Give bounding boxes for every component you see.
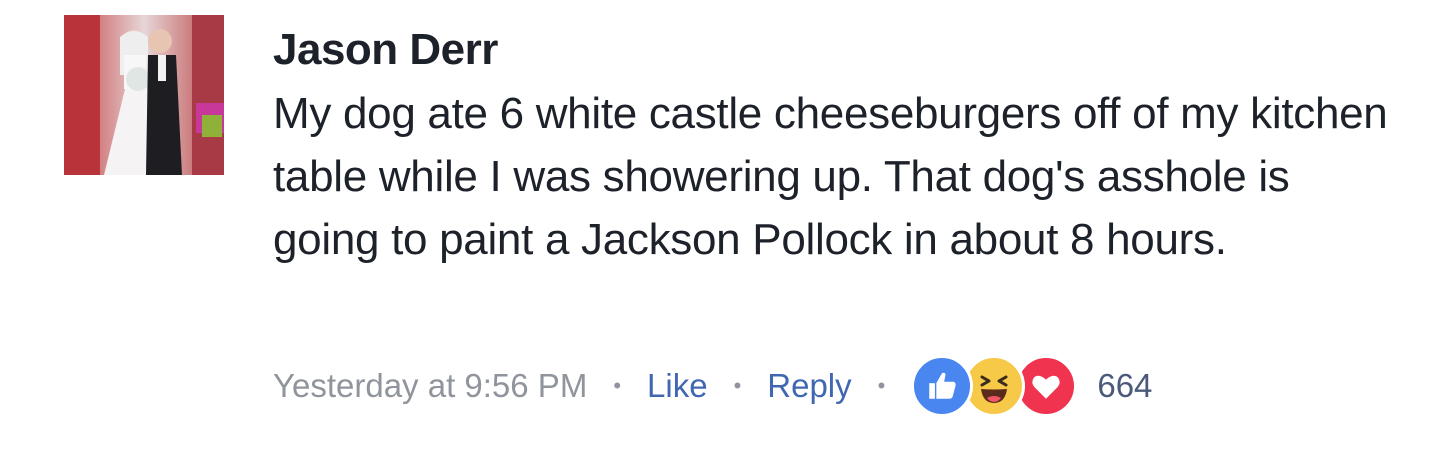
like-icon	[911, 355, 974, 417]
separator-dot: •	[613, 373, 622, 398]
comment-text: My dog ate 6 white castle cheeseburgers …	[273, 89, 1388, 264]
comment: Jason Derr My dog ate 6 white castle che…	[0, 0, 1440, 457]
wedding-photo	[64, 15, 224, 175]
reply-button[interactable]: Reply	[767, 367, 851, 405]
comment-body: Jason Derr My dog ate 6 white castle che…	[273, 22, 1403, 271]
separator-dot: •	[877, 373, 886, 398]
timestamp[interactable]: Yesterday at 9:56 PM	[273, 367, 587, 405]
separator-dot: •	[733, 373, 742, 398]
avatar[interactable]	[64, 15, 224, 175]
author-name[interactable]: Jason Derr	[273, 22, 1403, 78]
reactions-summary[interactable]: 664	[911, 355, 1152, 417]
like-button[interactable]: Like	[647, 367, 708, 405]
reaction-count[interactable]: 664	[1097, 367, 1152, 405]
comment-actions: Yesterday at 9:56 PM • Like • Reply • 66…	[273, 355, 1152, 417]
